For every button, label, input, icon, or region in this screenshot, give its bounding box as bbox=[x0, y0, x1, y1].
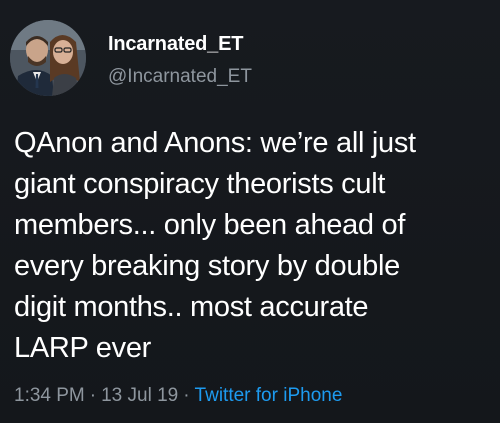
tweet-text: QAnon and Anons: we’re all just giant co… bbox=[14, 123, 490, 369]
avatar[interactable] bbox=[10, 20, 86, 96]
tweet-card: Incarnated_ET @Incarnated_ET QAnon and A… bbox=[0, 0, 500, 423]
tweet-text-line: LARP ever bbox=[14, 332, 152, 364]
meta-separator: · bbox=[183, 385, 190, 406]
meta-separator: · bbox=[89, 385, 97, 406]
author-handle[interactable]: @Incarnated_ET bbox=[108, 66, 252, 88]
tweet-date[interactable]: 13 Jul 19 bbox=[101, 385, 178, 406]
tweet-text-line: every breaking story by double bbox=[14, 250, 400, 282]
tweet-metadata: 1:34 PM · 13 Jul 19 · Twitter for iPhone bbox=[14, 385, 342, 407]
tweet-text-line: QAnon and Anons: we’re all just bbox=[14, 127, 416, 159]
avatar-photo bbox=[10, 20, 86, 96]
tweet-text-line: digit months.. most accurate bbox=[14, 291, 369, 323]
author-display-name[interactable]: Incarnated_ET bbox=[108, 33, 243, 56]
tweet-text-line: giant conspiracy theorists cult bbox=[14, 168, 386, 200]
tweet-text-line: members... only been ahead of bbox=[14, 209, 406, 241]
tweet-source-link[interactable]: Twitter for iPhone bbox=[195, 385, 343, 406]
tweet-time[interactable]: 1:34 PM bbox=[14, 385, 85, 406]
